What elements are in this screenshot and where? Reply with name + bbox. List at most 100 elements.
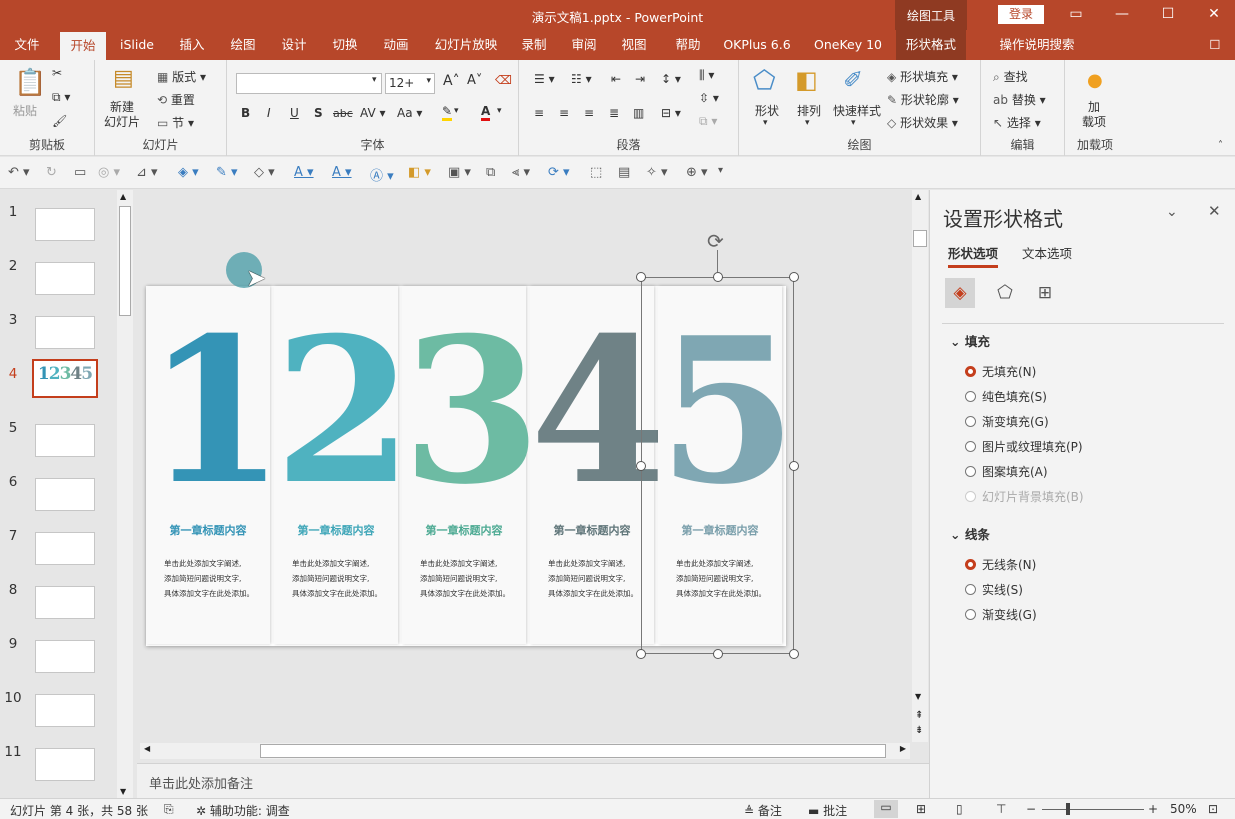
notes-button[interactable]: ≜ 备注	[744, 802, 782, 819]
canvas-scroll-up-icon[interactable]: ▲	[915, 192, 921, 201]
resize-handle[interactable]	[713, 649, 723, 659]
close-icon[interactable]: ✕	[1191, 0, 1235, 30]
format-painter-icon[interactable]: 🖌	[52, 114, 67, 128]
font-color-icon[interactable]: A	[481, 104, 491, 121]
shrink-font-icon[interactable]: A˅	[467, 73, 482, 88]
accessibility-button[interactable]: ✲ 辅助功能: 调查	[196, 802, 290, 819]
zoom-slider[interactable]	[1042, 809, 1144, 810]
slide-thumbnail[interactable]	[35, 424, 95, 457]
tab-12[interactable]: 帮助	[666, 30, 710, 60]
tab-2[interactable]: iSlide	[114, 30, 160, 60]
numbering-icon[interactable]: ☷ ▾	[571, 72, 592, 86]
zoom-in-icon[interactable]: +	[1148, 802, 1158, 816]
paste-icon[interactable]: 📋	[14, 68, 46, 98]
tab-9[interactable]: 录制	[512, 30, 556, 60]
send-backward-icon[interactable]: ▣ ▾	[448, 165, 471, 180]
eyedropper-icon[interactable]: ⊕ ▾	[686, 165, 708, 180]
ribbon-display-icon[interactable]: ▭	[1053, 0, 1099, 30]
effects-pentagon-icon[interactable]: ⬠	[990, 278, 1020, 308]
quick-styles-dropdown-icon[interactable]: ▾	[851, 118, 856, 128]
new-slide-button[interactable]: 新建 幻灯片	[104, 100, 140, 130]
bold-button[interactable]: B	[241, 106, 250, 120]
bullets-icon[interactable]: ☰ ▾	[534, 72, 555, 86]
smartart-icon[interactable]: ⧉ ▾	[699, 114, 717, 129]
tab-text-options[interactable]: 文本选项	[1022, 243, 1072, 262]
resize-handle[interactable]	[636, 272, 646, 282]
slide-thumbnail[interactable]: 12345	[32, 359, 98, 398]
font-name-input[interactable]	[236, 73, 382, 94]
slide-thumbnail[interactable]	[35, 586, 95, 619]
shapes-icon[interactable]: ⬠	[753, 66, 776, 96]
tab-13[interactable]: OKPlus 6.6	[718, 30, 796, 60]
prev-slide-icon[interactable]: ⇞	[915, 710, 923, 721]
resize-handle[interactable]	[789, 272, 799, 282]
replace-button[interactable]: ab 替换 ▾	[993, 91, 1046, 108]
fill-option[interactable]: 渐变填充(G)	[965, 413, 1049, 430]
resize-handle[interactable]	[789, 461, 799, 471]
eraser-icon[interactable]: ◇ ▾	[254, 165, 275, 180]
scroll-up-icon[interactable]: ▲	[120, 192, 126, 201]
tab-14[interactable]: OneKey 10	[808, 30, 888, 60]
tab-10[interactable]: 审阅	[562, 30, 606, 60]
notes-pane[interactable]: 单击此处添加备注	[137, 763, 929, 798]
slide-thumbnail[interactable]	[35, 262, 95, 295]
fill-option[interactable]: 图片或纹理填充(P)	[965, 438, 1083, 455]
slide-thumbnail[interactable]	[35, 532, 95, 565]
maximize-icon[interactable]: ☐	[1145, 0, 1191, 30]
text-highlight-icon[interactable]: A ▾	[332, 165, 352, 180]
grow-font-icon[interactable]: A˄	[443, 73, 460, 89]
comments-button[interactable]: ▬ 批注	[808, 802, 847, 819]
fill-option[interactable]: 无填充(N)	[965, 363, 1036, 380]
select-button[interactable]: ↖ 选择 ▾	[993, 114, 1041, 131]
addins-icon[interactable]: ●	[1087, 70, 1103, 91]
tab-6[interactable]: 切换	[326, 30, 364, 60]
number-card[interactable]: 2 第一章标题内容 单击此处添加文字阐述, 添加简短问题说明文字, 具体添加文字在此处添…	[274, 286, 413, 644]
increase-indent-icon[interactable]: ⇥	[635, 72, 645, 86]
fill-line-icon[interactable]: ◈	[945, 278, 975, 308]
clear-format-icon[interactable]: ⌫	[495, 73, 512, 87]
text-direction-icon[interactable]: ⫼ ▾	[699, 68, 714, 83]
resize-handle[interactable]	[636, 461, 646, 471]
tab-3[interactable]: 插入	[172, 30, 212, 60]
redo-icon[interactable]: ↻	[46, 165, 57, 180]
slide-sorter-icon[interactable]: ⊞	[916, 802, 926, 816]
slide-thumbnail[interactable]	[35, 640, 95, 673]
copy-icon[interactable]: ⧉ ▾	[52, 90, 70, 105]
normal-view-icon[interactable]: ▭	[874, 800, 898, 818]
align-center-icon[interactable]: ≡	[559, 106, 569, 120]
fit-slide-icon[interactable]: ⊡	[1208, 802, 1218, 816]
char-spacing-button[interactable]: AV ▾	[360, 106, 386, 120]
fill-color-icon[interactable]: ◈ ▾	[178, 165, 199, 180]
rotate-icon[interactable]: ⟳ ▾	[548, 165, 570, 180]
textbox-icon[interactable]: ▭	[74, 165, 86, 180]
align-objects-icon[interactable]: ⊿ ▾	[136, 165, 158, 180]
scroll-left-icon[interactable]: ◀	[144, 744, 150, 753]
columns-icon[interactable]: ⊟ ▾	[661, 106, 681, 120]
bring-forward-icon[interactable]: ◧ ▾	[408, 165, 431, 180]
strikethrough-button[interactable]: abc	[333, 107, 353, 120]
text-effects-icon[interactable]: Ⓐ ▾	[370, 165, 394, 184]
shadow-button[interactable]: S	[314, 106, 323, 120]
number-card[interactable]: 1 第一章标题内容 单击此处添加文字阐述, 添加简短问题说明文字, 具体添加文字在此处添…	[146, 286, 285, 644]
cut-icon[interactable]: ✂	[52, 66, 62, 80]
fill-section-header[interactable]: ⌄ 填充	[950, 331, 990, 350]
merge-shapes-icon[interactable]: ◎ ▾	[98, 165, 120, 180]
line-option[interactable]: 无线条(N)	[965, 556, 1036, 573]
section-button[interactable]: ▭ 节 ▾	[157, 114, 194, 131]
rotate-handle-icon[interactable]: ⟳	[707, 229, 724, 253]
shape-fill-button[interactable]: ◈ 形状填充 ▾	[887, 68, 958, 85]
size-properties-icon[interactable]: ⊞	[1030, 278, 1060, 308]
arrange-button[interactable]: 排列	[797, 102, 821, 119]
line-spacing-icon[interactable]: ↕ ▾	[661, 72, 681, 86]
tab-1[interactable]: 开始	[60, 32, 106, 60]
tab-0[interactable]: 文件	[8, 30, 46, 60]
tab-5[interactable]: 设计	[276, 30, 312, 60]
font-size-input[interactable]: 12+ ▾	[385, 73, 435, 94]
slide-thumbnail[interactable]	[35, 316, 95, 349]
group-icon[interactable]: ⧉	[486, 165, 495, 180]
canvas-vertical-scrollbar[interactable]: ▲ ▼ ⇞ ⇟	[912, 190, 928, 742]
font-name-dropdown-icon[interactable]: ▾	[372, 75, 377, 85]
number-card[interactable]: 3 第一章标题内容 单击此处添加文字阐述, 添加简短问题说明文字, 具体添加文字在此处添…	[402, 286, 541, 644]
slide-thumbnail[interactable]	[35, 478, 95, 511]
line-option[interactable]: 实线(S)	[965, 581, 1023, 598]
